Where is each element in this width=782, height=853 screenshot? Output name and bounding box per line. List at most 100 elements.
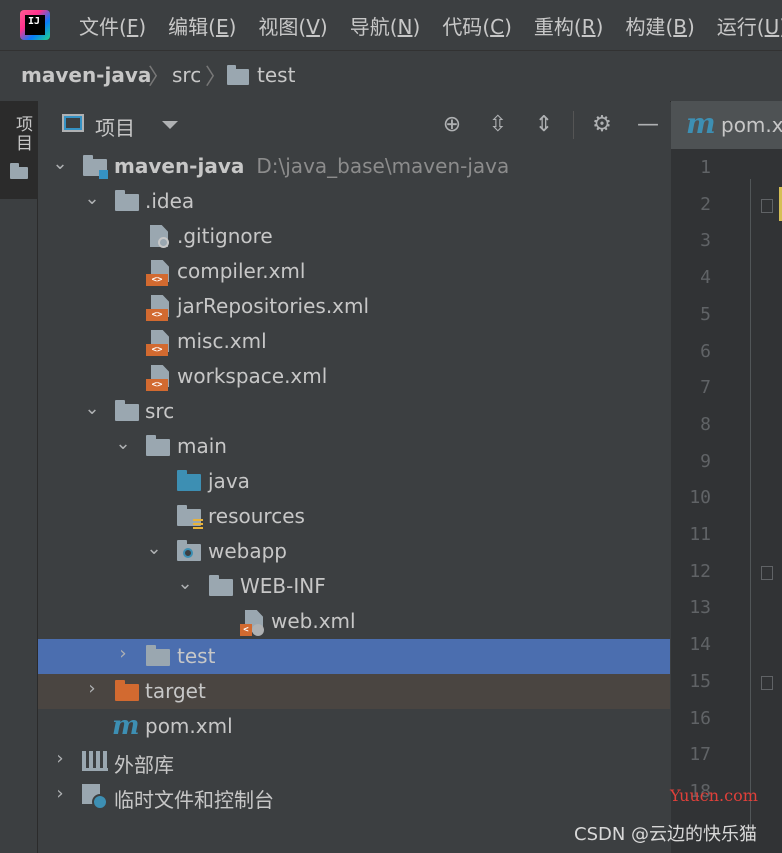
project-tool-window-button[interactable]: 项目 xyxy=(0,101,37,199)
tree-node-jar-repositories-xml[interactable]: <> jarRepositories.xml xyxy=(38,289,670,324)
menu-item-label: 运行 xyxy=(716,14,757,39)
line-number: 7 xyxy=(700,377,711,399)
tree-node-src[interactable]: ⌄ src xyxy=(38,394,670,429)
tree-node-external-libraries[interactable]: › 外部库 xyxy=(38,744,670,779)
tree-label-webapp: webapp xyxy=(208,539,288,563)
chevron-right-icon[interactable]: › xyxy=(113,644,133,664)
tree-node-java[interactable]: java xyxy=(38,464,670,499)
chevron-right-icon[interactable]: › xyxy=(50,784,70,804)
locate-file-icon[interactable]: ⊕ xyxy=(438,111,466,139)
chevron-down-icon[interactable]: ⌄ xyxy=(113,434,133,454)
line-number: 1 xyxy=(700,157,711,178)
root-module-path: D:\java_base\maven-java xyxy=(256,154,510,178)
editor-gutter: 1 2 3 4 5 6 7 8 9 10 11 12 13 14 15 16 17 18 xyxy=(671,149,782,853)
breadcrumb-separator: 〉 xyxy=(205,65,228,90)
tree-node-target[interactable]: › target xyxy=(38,674,670,709)
tree-node-idea[interactable]: ⌄ .idea xyxy=(38,184,670,219)
folder-icon xyxy=(115,400,139,421)
line-number: 17 xyxy=(689,744,711,766)
project-panel-title[interactable]: 项目 xyxy=(95,112,135,141)
breadcrumb-project[interactable]: maven-java xyxy=(21,63,151,87)
xml-badge-icon: <> xyxy=(146,309,168,321)
tree-node-misc-xml[interactable]: <> misc.xml xyxy=(38,324,670,359)
tree-node-resources[interactable]: resources xyxy=(38,499,670,534)
chevron-down-icon[interactable]: ⌄ xyxy=(82,189,102,209)
xml-badge-icon: <> xyxy=(146,379,168,391)
chevron-down-icon[interactable]: ⌄ xyxy=(144,539,164,559)
gear-icon[interactable]: ⚙ xyxy=(588,111,616,139)
line-number: 12 xyxy=(689,560,711,582)
expand-all-icon[interactable]: ⇳ xyxy=(484,111,512,139)
navigation-breadcrumb: maven-java 〉 src 〉 test xyxy=(0,50,782,102)
tree-node-scratches[interactable]: › 临时文件和控制台 xyxy=(38,779,670,814)
chevron-down-icon[interactable]: ⌄ xyxy=(50,154,70,174)
menu-item[interactable]: 文件(F) xyxy=(79,11,146,40)
web-badge-icon xyxy=(183,548,193,558)
menu-item-label: 文件 xyxy=(79,14,119,39)
project-tree: ⌄ maven-java D:\java_base\maven-java ⌄ .i… xyxy=(38,149,670,853)
menu-item[interactable]: 运行(U) xyxy=(717,11,782,40)
tree-node-test[interactable]: › test xyxy=(38,639,670,674)
tree-label-webxml: web.xml xyxy=(271,609,356,633)
menu-item-label: 构建 xyxy=(625,14,666,39)
tree-node-compiler-xml[interactable]: <> compiler.xml xyxy=(38,254,670,289)
chevron-down-icon[interactable]: ⌄ xyxy=(82,399,102,419)
fold-marker-icon[interactable] xyxy=(761,566,773,580)
breadcrumb-separator: 〉 xyxy=(148,65,171,90)
project-tool-label: 项目 xyxy=(12,115,32,153)
maven-icon: m xyxy=(686,107,716,140)
tree-label-scratches: 临时文件和控制台 xyxy=(114,788,274,812)
menu-item-mnemonic: R xyxy=(581,14,596,39)
chevron-down-icon[interactable] xyxy=(162,121,178,129)
tree-node-root[interactable]: ⌄ maven-java D:\java_base\maven-java xyxy=(38,149,670,184)
line-number: 15 xyxy=(689,670,711,692)
folder-icon xyxy=(146,435,170,456)
project-panel-header: 项目 ⊕ ⇳ ⇕ ⚙ — xyxy=(38,101,670,150)
tree-label-compiler: compiler.xml xyxy=(177,259,306,283)
fold-marker-icon[interactable] xyxy=(761,199,773,213)
menu-item[interactable]: 视图(V) xyxy=(258,11,327,40)
menu-item-mnemonic: U xyxy=(764,14,780,39)
fold-marker-icon[interactable] xyxy=(761,676,773,690)
collapse-all-icon[interactable]: ⇕ xyxy=(530,111,558,139)
line-number: 11 xyxy=(689,524,711,545)
chevron-down-icon[interactable]: ⌄ xyxy=(175,574,195,594)
menu-item-mnemonic: E xyxy=(215,14,229,39)
tab-pom-xml[interactable]: m pom.x xyxy=(671,101,782,149)
menu-item[interactable]: 重构(R) xyxy=(534,11,604,40)
tree-label-idea: .idea xyxy=(145,189,195,213)
menu-item-mnemonic: N xyxy=(397,14,413,39)
source-folder-icon xyxy=(177,470,201,491)
tree-label-resources: resources xyxy=(208,504,305,528)
chevron-right-icon[interactable]: › xyxy=(50,749,70,769)
editor-tab-bar: m pom.x xyxy=(671,101,782,150)
breadcrumb-test[interactable]: test xyxy=(257,63,295,87)
tree-label-src: src xyxy=(145,399,175,423)
menu-item[interactable]: 代码(C) xyxy=(442,11,512,40)
tree-label-webinf: WEB-INF xyxy=(240,574,326,598)
maven-icon: m xyxy=(112,711,140,741)
watermark-text: Yuucn.com xyxy=(670,786,758,805)
menu-item-mnemonic: C xyxy=(490,14,505,39)
tree-node-main[interactable]: ⌄ main xyxy=(38,429,670,464)
main-menu-bar: IJ 文件(F) 编辑(E) 视图(V) 导航(N) 代码(C) 重构(R) 构建(B) 运行… xyxy=(0,0,782,50)
tree-node-gitignore[interactable]: .gitignore xyxy=(38,219,670,254)
tree-label-workspace: workspace.xml xyxy=(177,364,328,388)
chevron-right-icon[interactable]: › xyxy=(82,679,102,699)
tree-label-jarrepos: jarRepositories.xml xyxy=(177,294,370,318)
tree-node-pom-xml[interactable]: m pom.xml xyxy=(38,709,670,744)
line-number: 4 xyxy=(700,267,711,289)
line-number: 8 xyxy=(700,413,711,435)
menu-item[interactable]: 构建(B) xyxy=(625,11,694,40)
folder-icon xyxy=(209,575,233,596)
tree-node-web-xml[interactable]: < web.xml xyxy=(38,604,670,639)
tree-node-webapp[interactable]: ⌄ webapp xyxy=(38,534,670,569)
hide-panel-icon[interactable]: — xyxy=(634,111,662,139)
menu-item[interactable]: 编辑(E) xyxy=(168,11,236,40)
breadcrumb-src[interactable]: src xyxy=(172,63,201,87)
menu-item[interactable]: 导航(N) xyxy=(350,11,421,40)
xml-badge-icon: <> xyxy=(146,274,168,286)
line-number: 6 xyxy=(700,340,711,362)
tree-node-web-inf[interactable]: ⌄ WEB-INF xyxy=(38,569,670,604)
tree-node-workspace-xml[interactable]: <> workspace.xml xyxy=(38,359,670,394)
